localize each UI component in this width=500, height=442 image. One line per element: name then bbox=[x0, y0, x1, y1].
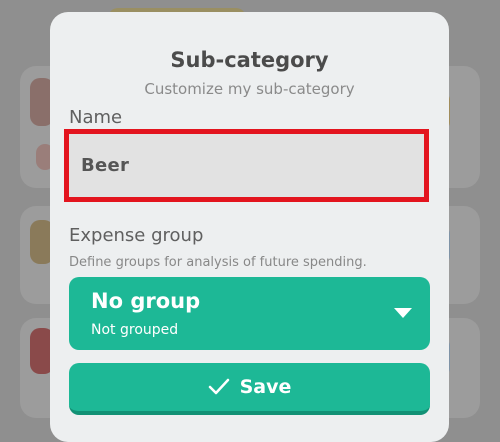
check-icon bbox=[208, 378, 229, 395]
expense-group-select[interactable]: No group Not grouped bbox=[69, 277, 430, 350]
name-input[interactable]: Beer bbox=[64, 129, 429, 202]
save-button[interactable]: Save bbox=[69, 363, 430, 415]
sub-category-dialog: Sub-category Customize my sub-category N… bbox=[50, 12, 449, 442]
dialog-subtitle: Customize my sub-category bbox=[144, 80, 355, 98]
expense-group-hint: Define groups for analysis of future spe… bbox=[69, 255, 367, 270]
dialog-title: Sub-category bbox=[170, 48, 329, 72]
name-label: Name bbox=[69, 107, 123, 128]
name-input-value: Beer bbox=[81, 155, 130, 176]
expense-group-label: Expense group bbox=[69, 225, 204, 246]
save-button-label: Save bbox=[239, 376, 292, 398]
expense-group-value: No group bbox=[91, 289, 201, 313]
chevron-down-icon bbox=[394, 308, 412, 318]
expense-group-description: Not grouped bbox=[91, 322, 179, 338]
